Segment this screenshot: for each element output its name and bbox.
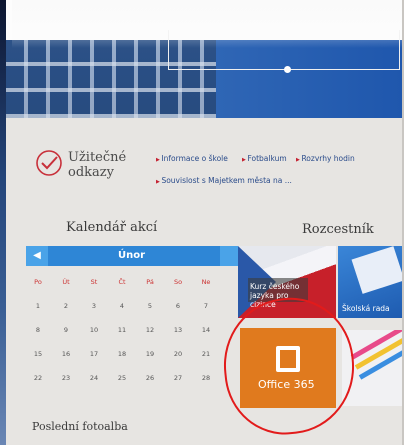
calendar-day[interactable]: 15 [27, 350, 49, 358]
calendar-prev-button[interactable]: ◀ [26, 246, 48, 266]
calendar-header: ◀ Únor [26, 246, 238, 266]
paper-image [351, 246, 402, 294]
link-timetable[interactable]: Rozvrhy hodin [296, 154, 354, 163]
school-homepage: Užitečné odkazy Informace o škole Fotbal… [6, 0, 402, 445]
photo-albums-title: Poslední fotoalba [32, 420, 128, 433]
calendar-day[interactable]: 26 [139, 374, 161, 382]
link-fotbalkum[interactable]: Fotbalkum [242, 154, 286, 163]
weekday-label: St [90, 278, 98, 286]
calendar-day[interactable]: 23 [55, 374, 77, 382]
school-board-tile[interactable]: Školská rada [338, 246, 402, 318]
weekday-label: Ne [201, 278, 211, 286]
calendar-grid: Po Út St Čt Pá So Ne 1 2 3 4 5 6 7 8 9 10 11 12 13 14 15 16 17 1… [26, 270, 226, 390]
useful-links-section: Užitečné odkazy Informace o škole Fotbal… [24, 130, 396, 200]
link-city-property[interactable]: Souvislost s Majetkem města na ... [156, 176, 291, 185]
calendar-day[interactable]: 25 [111, 374, 133, 382]
calendar-day[interactable]: 2 [55, 302, 77, 310]
calendar-day[interactable]: 7 [195, 302, 217, 310]
calendar-day[interactable]: 14 [195, 326, 217, 334]
weekday-label: Čt [118, 278, 126, 286]
weekday-label: Po [34, 278, 42, 286]
calendar-day[interactable]: 18 [111, 350, 133, 358]
calendar-title: Kalendář akcí [66, 220, 158, 235]
crossroads-title: Rozcestník [302, 222, 374, 237]
calendar-day[interactable]: 22 [27, 374, 49, 382]
check-circle-icon [36, 150, 62, 176]
slider-dot[interactable] [284, 66, 291, 73]
calendar-day[interactable]: 6 [167, 302, 189, 310]
calendar-day[interactable]: 11 [111, 326, 133, 334]
calendar-day[interactable]: 21 [195, 350, 217, 358]
calendar-day[interactable]: 13 [167, 326, 189, 334]
weekday-label: So [173, 278, 183, 286]
calendar-day[interactable]: 1 [27, 302, 49, 310]
calendar-day[interactable]: 17 [83, 350, 105, 358]
calendar-day[interactable]: 5 [139, 302, 161, 310]
calendar-day[interactable]: 3 [83, 302, 105, 310]
weekday-label: Út [62, 278, 70, 286]
school-board-label: Školská rada [342, 304, 390, 313]
calendar-day[interactable]: 10 [83, 326, 105, 334]
calendar-day[interactable]: 16 [55, 350, 77, 358]
calendar-day[interactable]: 8 [27, 326, 49, 334]
calendar-day[interactable]: 12 [139, 326, 161, 334]
calendar-day[interactable]: 20 [167, 350, 189, 358]
useful-links-title: Užitečné odkazy [68, 150, 127, 180]
link-school-info[interactable]: Informace o škole [156, 154, 227, 163]
calendar-day[interactable]: 24 [83, 374, 105, 382]
calendar-day[interactable]: 9 [55, 326, 77, 334]
calendar-day[interactable]: 19 [139, 350, 161, 358]
weekday-label: Pá [146, 278, 154, 286]
calendar-day[interactable]: 4 [111, 302, 133, 310]
top-glare [12, 0, 402, 48]
calendar-day[interactable]: 28 [195, 374, 217, 382]
calendar-next-button[interactable] [220, 246, 238, 266]
calendar-day[interactable]: 27 [167, 374, 189, 382]
calendar-month: Únor [118, 250, 146, 261]
